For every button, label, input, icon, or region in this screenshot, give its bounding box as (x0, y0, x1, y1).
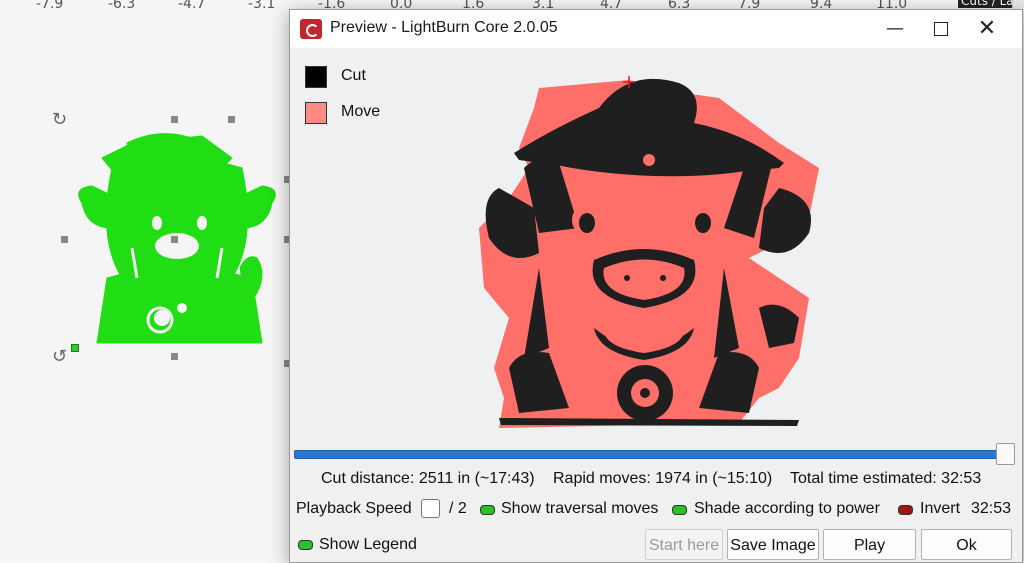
scale-handle[interactable] (171, 353, 178, 360)
scale-handle[interactable] (61, 236, 68, 243)
rapid-moves-text: Rapid moves: 1974 in (~15:10) (553, 470, 773, 487)
start-here-button[interactable]: Start here (645, 529, 723, 560)
maximize-icon (934, 22, 948, 36)
scale-handle[interactable] (171, 236, 178, 243)
rotate-handle-icon[interactable]: ↺ (52, 346, 67, 367)
preview-canvas[interactable]: Cut Move (291, 48, 1021, 446)
play-button[interactable]: Play (823, 529, 916, 560)
ruler-tick: -3.1 (248, 0, 276, 12)
ruler-tick: -7.9 (36, 0, 64, 12)
scale-handle[interactable] (228, 116, 235, 123)
preview-dialog: Preview - LightBurn Core 2.0.05 — ✕ Cut … (289, 9, 1023, 563)
save-image-button[interactable]: Save Image (727, 529, 819, 560)
playback-slider-thumb[interactable] (996, 443, 1015, 465)
close-icon: ✕ (977, 16, 997, 41)
origin-handle[interactable] (71, 344, 79, 352)
elapsed-time-label: 32:53 (971, 500, 1012, 517)
lightburn-logo-icon (300, 19, 322, 39)
dialog-titlebar[interactable]: Preview - LightBurn Core 2.0.05 — ✕ (290, 10, 1022, 48)
speed-divisor-label: / 2 (449, 500, 467, 517)
show-traversal-toggle[interactable] (480, 505, 495, 515)
cuts-layers-header[interactable]: Cuts / La (958, 0, 1017, 8)
invert-toggle[interactable] (898, 505, 913, 515)
show-legend-toggle[interactable] (298, 540, 313, 550)
dialog-title: Preview - LightBurn Core 2.0.05 (330, 19, 558, 36)
rotate-handle-icon[interactable]: ↻ (52, 109, 67, 130)
ruler-tick: -4.7 (178, 0, 206, 12)
close-button[interactable]: ✕ (964, 10, 1010, 48)
shade-power-label[interactable]: Shade according to power (694, 500, 880, 518)
playback-speed-checkbox[interactable] (421, 499, 440, 518)
ruler-tick: -6.3 (108, 0, 136, 12)
preview-cow-image (479, 76, 819, 428)
legend-label-move: Move (341, 103, 381, 120)
scale-handle[interactable] (171, 116, 178, 123)
legend-swatch-cut (305, 66, 327, 88)
minimize-button[interactable]: — (872, 10, 918, 48)
invert-label[interactable]: Invert (920, 500, 960, 518)
show-traversal-label[interactable]: Show traversal moves (501, 500, 658, 518)
playback-slider-track[interactable] (294, 450, 1006, 459)
maximize-button[interactable] (918, 10, 964, 48)
ok-button[interactable]: Ok (921, 529, 1012, 560)
show-legend-label[interactable]: Show Legend (319, 536, 417, 554)
legend-swatch-move (305, 102, 327, 124)
shade-power-toggle[interactable] (672, 505, 687, 515)
cut-distance-text: Cut distance: 2511 in (~17:43) (321, 470, 535, 487)
legend-label-cut: Cut (341, 67, 366, 84)
playback-speed-label: Playback Speed (296, 500, 412, 517)
total-time-text: Total time estimated: 32:53 (790, 470, 982, 487)
